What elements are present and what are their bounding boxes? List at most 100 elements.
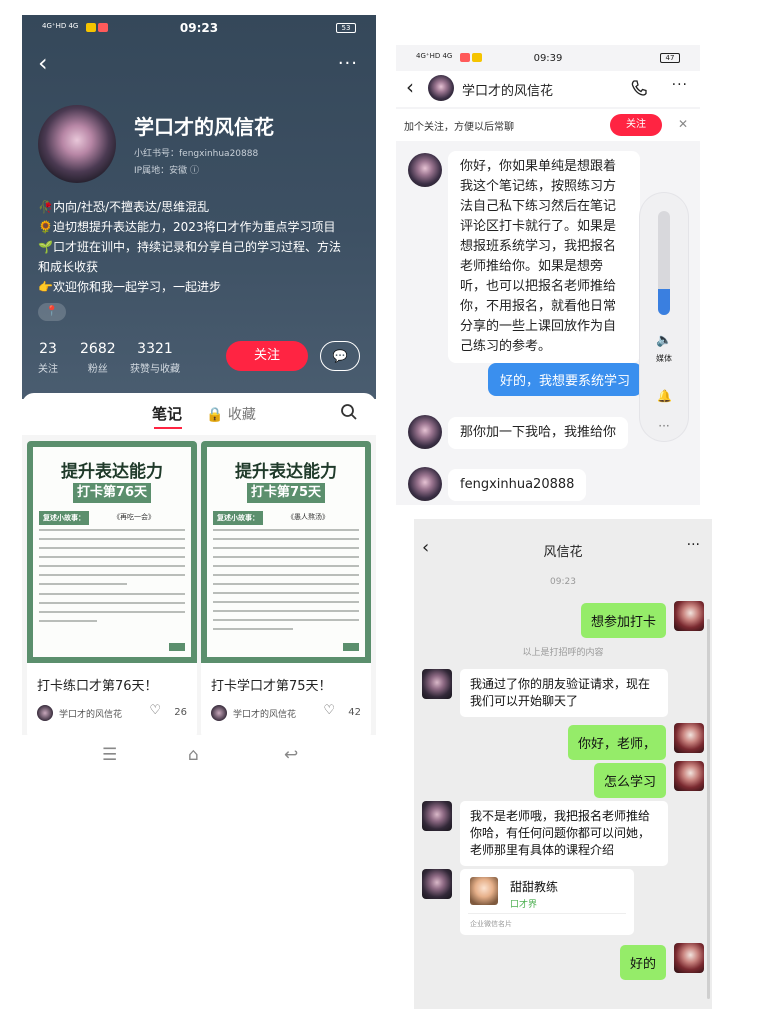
my-avatar[interactable] [674, 601, 704, 631]
cover-chip: 复述小故事： [213, 511, 263, 525]
menu-icon[interactable]: ☰ [102, 745, 117, 765]
note-title: 打卡学口才第75天！ [211, 679, 332, 694]
contact-card-avatar [470, 877, 498, 905]
message-bubble: 那你加一下我哈，我推给你 [448, 417, 629, 449]
contact-avatar[interactable] [422, 869, 452, 899]
profile-screen: 4G⁺HD 4G 09:23 53 ‹ ··· 学口才的风信花 小红书号：fen… [22, 15, 376, 777]
note-card[interactable]: 提升表达能力 打卡第76天 复述小故事： 《再吃一会》 打卡练口才第76天！ 学… [27, 441, 197, 737]
profile-header: 4G⁺HD 4G 09:23 53 ‹ ··· 学口才的风信花 小红书号：fen… [22, 15, 376, 399]
cover-story: 《愚人熬汤》 [287, 513, 329, 521]
author-avatar [37, 705, 53, 721]
more-options-icon[interactable]: ··· [338, 53, 358, 74]
back-nav-icon[interactable]: ↩ [284, 745, 298, 765]
arrow-icon [169, 643, 185, 651]
message-bubble-sent: 好的，我想要系统学习 [488, 363, 643, 396]
message-bubble: 你好，你如果单纯是想跟着我这个笔记练，按照练习方法自己私下练习然后在笔记评论区打… [448, 151, 640, 363]
author-avatar [211, 705, 227, 721]
banner-text: 加个关注，方便以后常聊 [404, 122, 514, 133]
tab-notes[interactable]: 笔记 [152, 403, 182, 424]
phone-icon[interactable] [630, 79, 648, 97]
profile-red-id: 小红书号：fengxinhua20888 [134, 149, 259, 159]
stat-number: 2682 [80, 341, 116, 357]
cover-text-lines [213, 529, 359, 637]
contact-avatar[interactable] [422, 669, 452, 699]
profile-avatar[interactable] [38, 105, 116, 183]
cover-title: 提升表达能力 [235, 462, 337, 482]
volume-level [658, 289, 670, 315]
my-avatar[interactable] [674, 943, 704, 973]
follow-button[interactable]: 关注 [226, 341, 308, 371]
volume-panel[interactable]: 🔈 媒体 🔔 ··· [640, 193, 688, 441]
chat-title: 风信花 [543, 545, 583, 560]
heart-icon[interactable]: ♡ [323, 703, 335, 718]
close-icon[interactable]: ✕ [678, 117, 688, 131]
profile-bio: 🥀内向/社恐/不擅表达/思维混乱 🌻迫切想提升表达能力，2023将口才作为重点学… [38, 197, 368, 297]
note-card[interactable]: 提升表达能力 打卡第75天 复述小故事： 《愚人熬汤》 打卡学口才第75天！ 学… [201, 441, 371, 737]
back-icon[interactable]: ‹ [38, 51, 48, 75]
message-bubble-sent: 好的 [619, 945, 666, 980]
scrollbar[interactable] [707, 619, 710, 999]
search-icon[interactable] [340, 403, 358, 421]
stat-following[interactable]: 23 关注 [38, 341, 58, 375]
profile-tabs: 笔记 🔒 收藏 [22, 393, 376, 433]
location-tag-icon[interactable]: 📍 [38, 303, 66, 321]
stat-label: 粉丝 [87, 364, 108, 375]
contact-avatar[interactable] [408, 467, 442, 501]
notes-grid: 提升表达能力 打卡第76天 复述小故事： 《再吃一会》 打卡练口才第76天！ 学… [22, 435, 376, 737]
back-icon[interactable]: ‹ [406, 75, 414, 99]
status-bar: 4G⁺HD 4G 09:39 47 [396, 45, 700, 71]
stat-followers[interactable]: 2682 粉丝 [80, 341, 116, 375]
chat-header: ‹ 风信花 ··· [414, 531, 712, 567]
contact-card[interactable]: 甜甜教练 口才界 企业微信名片 [460, 869, 634, 935]
profile-nickname: 学口才的风信花 [134, 115, 274, 139]
note-likes: 26 [174, 707, 187, 718]
status-time: 09:23 [179, 21, 219, 35]
bio-line: 👉欢迎你和我一起学习，一起进步 [38, 280, 221, 294]
contact-card-footer: 企业微信名片 [470, 920, 512, 928]
stat-number: 23 [39, 341, 57, 357]
my-avatar[interactable] [674, 723, 704, 753]
volume-slider[interactable] [658, 211, 670, 315]
chat-timestamp: 09:23 [550, 577, 576, 587]
tab-favorites[interactable]: 🔒 收藏 [206, 404, 256, 424]
arrow-icon [343, 643, 359, 651]
message-bubble-sent: 你好，老师， [567, 725, 666, 760]
note-author: 学口才的风信花 [233, 710, 297, 720]
note-title: 打卡练口才第76天！ [37, 679, 158, 694]
more-icon[interactable]: ··· [640, 419, 688, 433]
heart-icon[interactable]: ♡ [149, 703, 161, 718]
battery-icon: 47 [660, 53, 680, 63]
home-icon[interactable]: ⌂ [188, 745, 199, 765]
stat-label: 关注 [38, 364, 58, 375]
stat-number: 3321 [137, 341, 173, 357]
contact-avatar[interactable] [408, 153, 442, 187]
more-options-icon[interactable]: ··· [672, 77, 688, 93]
bio-line: 🥀内向/社恐/不擅表达/思维混乱 [38, 200, 210, 214]
cover-story: 《再吃一会》 [113, 513, 155, 521]
volume-media-label: 媒体 [656, 354, 672, 363]
note-cover: 提升表达能力 打卡第76天 复述小故事： 《再吃一会》 [27, 441, 197, 663]
bio-line: 和成长收获 [38, 260, 99, 274]
speaker-icon[interactable]: 🔈 [656, 333, 672, 348]
tab-active-indicator [154, 427, 182, 429]
cover-text-lines [39, 529, 185, 629]
message-bubble: 我通过了你的朋友验证请求，现在我们可以开始聊天了 [460, 669, 668, 717]
contact-avatar[interactable] [428, 75, 454, 101]
wechat-chat-screen: ‹ 风信花 ··· 09:23 想参加打卡 以上是打招呼的内容 我通过了你的朋友… [414, 519, 712, 1009]
chat-header: ‹ 学口才的风信花 ··· [396, 71, 700, 107]
bell-icon[interactable]: 🔔 [657, 389, 672, 403]
my-avatar[interactable] [674, 761, 704, 791]
system-note: 以上是打招呼的内容 [522, 648, 604, 658]
message-bubble-sent: 想参加打卡 [580, 603, 666, 638]
banner-follow-button[interactable]: 关注 [610, 114, 662, 136]
stat-label: 获赞与收藏 [130, 364, 180, 375]
message-button[interactable]: 💬 [320, 341, 360, 371]
more-options-icon[interactable]: ··· [687, 537, 700, 553]
system-nav-bar: ☰ ⌂ ↩ [22, 737, 376, 777]
contact-avatar[interactable] [422, 801, 452, 831]
stat-likes-collects[interactable]: 3321 获赞与收藏 [130, 341, 180, 375]
cover-day: 打卡第75天 [247, 483, 325, 503]
cover-day: 打卡第76天 [73, 483, 151, 503]
contact-avatar[interactable] [408, 415, 442, 449]
note-author: 学口才的风信花 [59, 710, 123, 720]
